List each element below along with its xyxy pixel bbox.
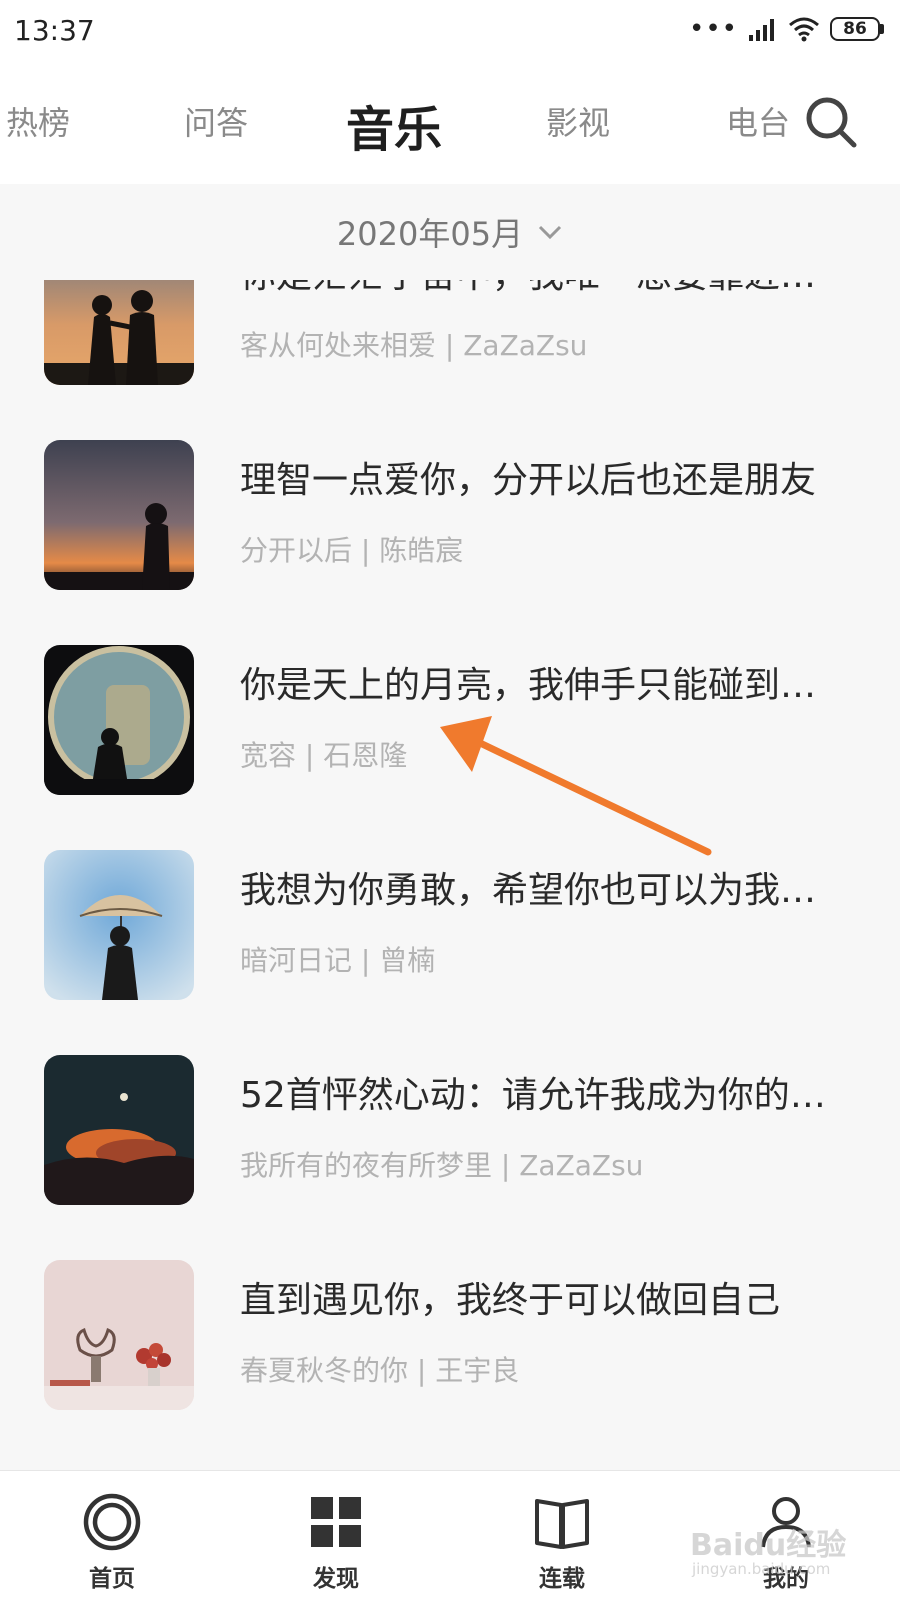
more-dots: ••• xyxy=(688,14,738,44)
tab-film[interactable]: 影视 xyxy=(546,98,610,144)
playlist-cover xyxy=(44,440,194,590)
signal-icon xyxy=(749,19,774,41)
list-item[interactable]: 直到遇见你，我终于可以做回自己 春夏秋冬的你 | 王宇良 xyxy=(0,1245,900,1450)
wifi-icon xyxy=(789,17,819,42)
tab-music[interactable]: 音乐 xyxy=(346,90,442,160)
watermark-url: jingyan.baidu.com xyxy=(692,1560,831,1578)
nav-home[interactable]: 首页 xyxy=(52,1491,172,1593)
nav-discover-label: 发现 xyxy=(313,1566,359,1592)
playlist-meta: 分开以后 | 陈皓宸 xyxy=(240,534,464,567)
date-label: 2020年05月 xyxy=(336,215,524,253)
watermark: Baidu经验 xyxy=(690,1528,847,1563)
date-filter: 2020年05月 xyxy=(0,184,900,280)
discover-grid-icon xyxy=(311,1497,361,1547)
list-item[interactable]: 52首怦然心动：请允许我成为你的心动 我所有的夜有所梦里 | ZaZaZsu xyxy=(0,1040,900,1245)
playlist-meta: 春夏秋冬的你 | 王宇良 xyxy=(240,1354,520,1387)
playlist-cover xyxy=(44,1055,194,1205)
playlist-meta: 宽容 | 石恩隆 xyxy=(240,739,408,772)
nav-serial-label: 连载 xyxy=(539,1566,585,1592)
search-icon xyxy=(806,97,857,148)
list-item[interactable]: 理智一点爱你，分开以后也还是朋友 分开以后 | 陈皓宸 xyxy=(0,425,900,630)
tab-hot-list[interactable]: 热榜 xyxy=(6,98,70,144)
status-bar: 13:37 ••• 86 xyxy=(0,0,900,62)
book-icon xyxy=(535,1499,589,1549)
date-selector[interactable]: 2020年05月 xyxy=(337,209,563,255)
top-tab-bar: 热榜 问答 音乐 影视 电台 xyxy=(0,62,900,184)
nav-discover[interactable]: 发现 xyxy=(276,1491,396,1593)
list-item[interactable]: 你是茫茫宇宙中，我唯一想要靠近的星 客从何处来相爱 | ZaZaZsu xyxy=(0,280,900,425)
playlist-title[interactable]: 你是天上的月亮，我伸手只能碰到你的影子 xyxy=(240,656,830,708)
playlist-meta: 暗河日记 | 曾楠 xyxy=(240,944,436,977)
tab-radio[interactable]: 电台 xyxy=(726,98,790,144)
playlist-title[interactable]: 我想为你勇敢，希望你也可以为我勇敢 xyxy=(240,861,830,913)
playlist-cover xyxy=(44,645,194,795)
battery-icon: 86 xyxy=(830,17,884,41)
nav-serial[interactable]: 连载 xyxy=(502,1491,622,1593)
list-item[interactable]: 你是天上的月亮，我伸手只能碰到你的影子 宽容 | 石恩隆 xyxy=(0,630,900,835)
playlist-title[interactable]: 理智一点爱你，分开以后也还是朋友 xyxy=(240,451,830,503)
playlist-title[interactable]: 你是茫茫宇宙中，我唯一想要靠近的星 xyxy=(240,280,830,298)
home-circle-icon xyxy=(83,1493,141,1551)
playlist-meta: 我所有的夜有所梦里 | ZaZaZsu xyxy=(240,1149,644,1182)
nav-home-label: 首页 xyxy=(89,1566,135,1592)
tab-qa[interactable]: 问答 xyxy=(184,98,248,144)
status-time: 13:37 xyxy=(14,14,95,47)
playlist-title[interactable]: 直到遇见你，我终于可以做回自己 xyxy=(240,1271,830,1323)
playlist-cover xyxy=(44,1260,194,1410)
list-item[interactable]: 我想为你勇敢，希望你也可以为我勇敢 暗河日记 | 曾楠 xyxy=(0,835,900,1040)
playlist-title[interactable]: 52首怦然心动：请允许我成为你的心动 xyxy=(240,1066,830,1118)
status-icons: ••• 86 xyxy=(689,16,884,42)
playlist-cover xyxy=(44,280,194,385)
playlist-cover xyxy=(44,850,194,1000)
playlist-list: 你是茫茫宇宙中，我唯一想要靠近的星 客从何处来相爱 | ZaZaZsu 理智一点… xyxy=(0,280,900,1470)
battery-level: 86 xyxy=(830,17,880,41)
playlist-meta: 客从何处来相爱 | ZaZaZsu xyxy=(240,329,588,362)
search-button[interactable] xyxy=(803,94,859,150)
chevron-down-icon xyxy=(539,225,562,240)
